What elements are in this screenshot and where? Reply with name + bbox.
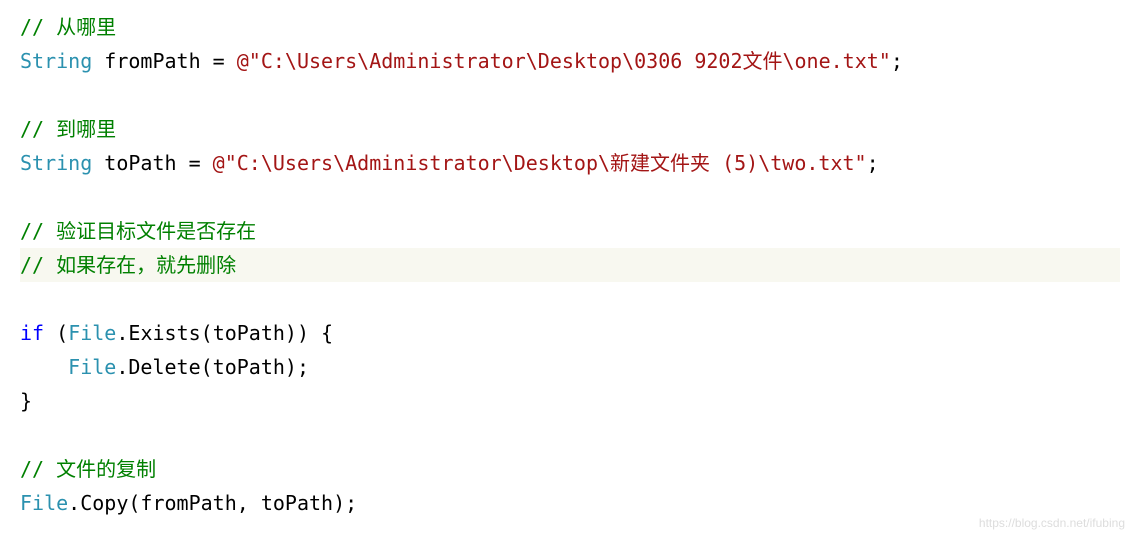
code-line-12 bbox=[20, 423, 32, 447]
code-line-3 bbox=[20, 83, 32, 107]
code-line-11: } bbox=[20, 389, 32, 413]
file-class: File bbox=[68, 355, 116, 379]
comment: // 文件的复制 bbox=[20, 457, 156, 481]
code-line-4: // 到哪里 bbox=[20, 117, 116, 141]
code-line-1: // 从哪里 bbox=[20, 15, 116, 39]
var-decl: toPath = bbox=[92, 151, 212, 175]
method-call: .Copy(fromPath, toPath); bbox=[68, 491, 357, 515]
method-call: .Delete(toPath); bbox=[116, 355, 309, 379]
code-line-10: File.Delete(toPath); bbox=[20, 355, 309, 379]
code-line-13: // 文件的复制 bbox=[20, 457, 156, 481]
code-line-2: String fromPath = @"C:\Users\Administrat… bbox=[20, 49, 903, 73]
indent bbox=[20, 355, 68, 379]
var-decl: fromPath = bbox=[92, 49, 237, 73]
comment: // 从哪里 bbox=[20, 15, 116, 39]
comment: // 如果存在，就先删除 bbox=[20, 253, 236, 277]
watermark: https://blog.csdn.net/ifubing bbox=[979, 513, 1125, 533]
type-keyword: String bbox=[20, 49, 92, 73]
semicolon: ; bbox=[891, 49, 903, 73]
paren: ( bbox=[44, 321, 68, 345]
code-line-6 bbox=[20, 185, 32, 209]
code-line-7: // 验证目标文件是否存在 bbox=[20, 219, 256, 243]
code-block: // 从哪里 String fromPath = @"C:\Users\Admi… bbox=[20, 10, 1120, 520]
verbatim-at: @ bbox=[213, 151, 225, 175]
code-line-8-highlighted: // 如果存在，就先删除 bbox=[20, 248, 1120, 282]
verbatim-at: @ bbox=[237, 49, 249, 73]
comment: // 到哪里 bbox=[20, 117, 116, 141]
if-keyword: if bbox=[20, 321, 44, 345]
string-literal: "C:\Users\Administrator\Desktop\0306 920… bbox=[249, 49, 891, 73]
code-line-14: File.Copy(fromPath, toPath); bbox=[20, 491, 357, 515]
semicolon: ; bbox=[867, 151, 879, 175]
code-line-9: if (File.Exists(toPath)) { bbox=[20, 321, 333, 345]
method-call: .Exists(toPath)) { bbox=[116, 321, 333, 345]
file-class: File bbox=[20, 491, 68, 515]
file-class: File bbox=[68, 321, 116, 345]
string-literal: "C:\Users\Administrator\Desktop\新建文件夹 (5… bbox=[225, 151, 867, 175]
brace: } bbox=[20, 389, 32, 413]
code-line-5: String toPath = @"C:\Users\Administrator… bbox=[20, 151, 879, 175]
comment: // 验证目标文件是否存在 bbox=[20, 219, 256, 243]
type-keyword: String bbox=[20, 151, 92, 175]
